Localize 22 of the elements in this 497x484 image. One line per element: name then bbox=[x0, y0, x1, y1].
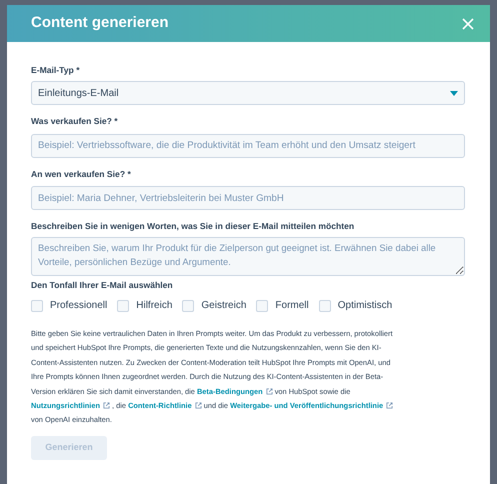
checkbox-label: Professionell bbox=[50, 299, 108, 313]
caret-down-icon bbox=[450, 90, 458, 96]
tone-checkbox[interactable] bbox=[256, 300, 268, 312]
checkbox-label: Optimistisch bbox=[338, 299, 392, 313]
field-label: Was verkaufen Sie? * bbox=[31, 116, 119, 127]
email-type-dropdown[interactable]: Einleitungs-E-Mail bbox=[31, 81, 465, 105]
tone-checkbox[interactable] bbox=[182, 300, 194, 312]
field-label: Beschreiben Sie in wenigen Worten, was Sie in dieser E-Mail mitteilen möchten bbox=[31, 221, 356, 232]
field-label: E-Mail-Typ * bbox=[31, 65, 81, 76]
close-button[interactable] bbox=[460, 16, 476, 32]
input-field[interactable]: Beispiel: Vertriebssoftware, die die Produktivität im Team erhöht und den Umsatz steigert bbox=[31, 134, 465, 158]
tone-checkbox[interactable] bbox=[117, 300, 130, 312]
dialog-title: Content generieren bbox=[31, 13, 169, 34]
input-field[interactable]: Beispiel: Maria Dehner, Vertriebsleiterin bei Muster GmbH bbox=[31, 186, 465, 210]
field-label: An wen verkaufen Sie? * bbox=[31, 168, 132, 180]
tone-label: Den Tonfall Ihrer E-Mail auswählen bbox=[31, 280, 174, 291]
checkbox-label: Geistreich bbox=[201, 299, 246, 313]
checkbox-label: Formell bbox=[275, 299, 309, 313]
tone-checkbox[interactable] bbox=[318, 300, 331, 312]
tone-checkbox[interactable] bbox=[31, 300, 43, 312]
message-textarea[interactable]: Beschreiben Sie, warum Ihr Produkt für die Zielperson gut geeignet ist. Erwähnen Sie dabei alle Vorteile, persönlichen Bezüge und Argumente. bbox=[31, 237, 465, 276]
checkbox-label: Hilfreich bbox=[136, 299, 172, 313]
